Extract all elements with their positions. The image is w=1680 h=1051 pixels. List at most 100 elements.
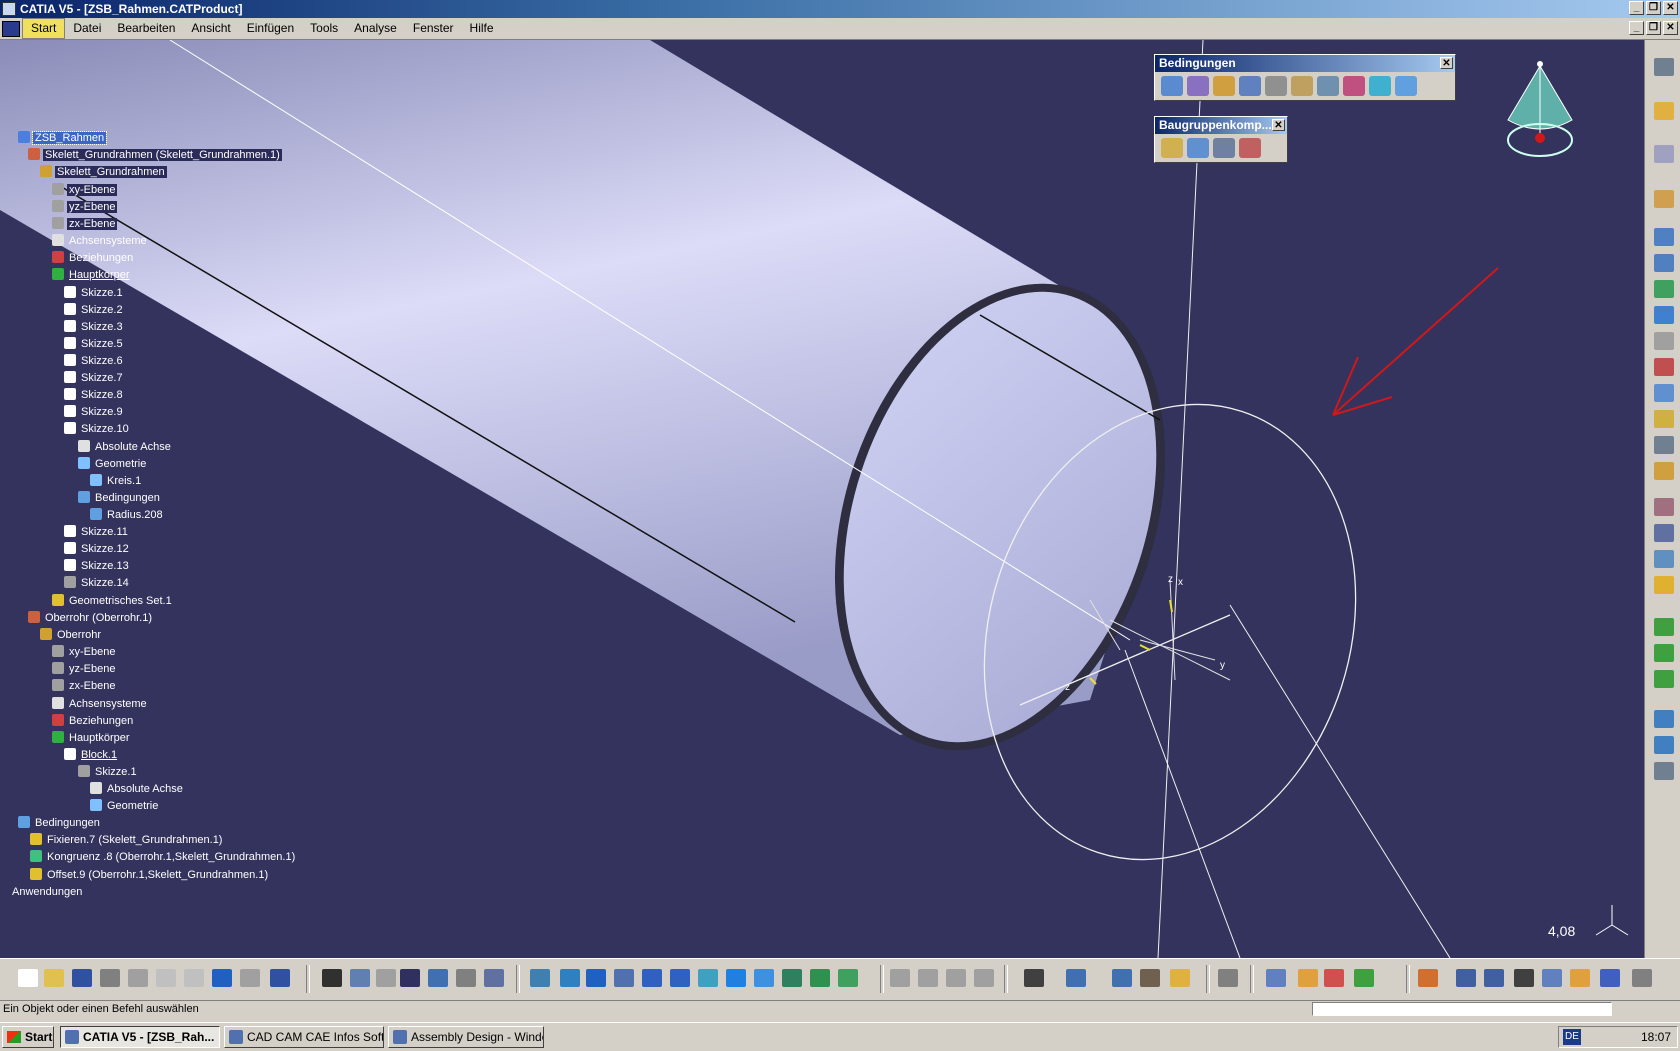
normal-view-icon[interactable]: [698, 969, 718, 987]
tree-node[interactable]: yz-Ebene: [52, 661, 117, 677]
workbench-tool-icon[interactable]: [1654, 550, 1674, 568]
fly-icon[interactable]: [530, 969, 550, 987]
workbench-tool-icon[interactable]: [1654, 358, 1674, 376]
workbench-tool-icon[interactable]: [1654, 332, 1674, 350]
constraint-tool-icon[interactable]: [1265, 76, 1287, 96]
workbench-tool-icon[interactable]: [1654, 618, 1674, 636]
taskbar-item-catia[interactable]: CATIA V5 - [ZSB_Rah...: [60, 1026, 220, 1048]
constraint-tool-icon[interactable]: [1239, 76, 1261, 96]
tree-node[interactable]: Beziehungen: [52, 713, 135, 729]
workbench-tool-icon[interactable]: [1654, 190, 1674, 208]
language-indicator[interactable]: DE: [1563, 1029, 1581, 1045]
workbench-tool-icon[interactable]: [1654, 736, 1674, 754]
tree-node[interactable]: xy-Ebene: [52, 182, 118, 198]
tree-node[interactable]: Geometrisches Set.1: [52, 593, 174, 609]
tree-node[interactable]: Kongruenz .8 (Oberrohr.1,Skelett_Grundra…: [30, 849, 297, 865]
constraint-tool-icon[interactable]: [1213, 76, 1235, 96]
workbench-tool-icon[interactable]: [1654, 228, 1674, 246]
tree-node[interactable]: Absolute Achse: [78, 439, 173, 455]
tree-node[interactable]: ZSB_Rahmen: [18, 130, 108, 146]
workbench-tool-icon[interactable]: [1654, 306, 1674, 324]
tree-node[interactable]: Skizze.2: [64, 302, 125, 318]
redo-icon[interactable]: [240, 969, 260, 987]
menu-item[interactable]: Fenster: [405, 18, 462, 39]
shading-icon[interactable]: [810, 969, 830, 987]
scene-icon[interactable]: [1140, 969, 1160, 987]
workbench-tool-icon[interactable]: [1654, 644, 1674, 662]
tree-node[interactable]: Anwendungen: [10, 884, 84, 900]
refresh-icon[interactable]: [1170, 969, 1190, 987]
tree-node[interactable]: Skizze.13: [64, 558, 131, 574]
constraint-tool-icon[interactable]: [1187, 76, 1209, 96]
table-icon[interactable]: [400, 969, 420, 987]
tree-node[interactable]: Kreis.1: [90, 473, 143, 489]
tree-node[interactable]: Bedingungen: [18, 815, 102, 831]
workbench-tool-icon[interactable]: [1654, 498, 1674, 516]
cube-icon[interactable]: [1514, 969, 1534, 987]
tree-node[interactable]: Skizze.11: [64, 524, 130, 540]
copy-icon[interactable]: [156, 969, 176, 987]
tree-node[interactable]: Skizze.1: [64, 285, 125, 301]
rotate-icon[interactable]: [614, 969, 634, 987]
measure-icon[interactable]: [376, 969, 396, 987]
pan-icon[interactable]: [586, 969, 606, 987]
axis-icon[interactable]: [1418, 969, 1438, 987]
constraint-tool-icon[interactable]: [1369, 76, 1391, 96]
tree-node[interactable]: Skizze.6: [64, 353, 125, 369]
clash-icon[interactable]: [1024, 969, 1044, 987]
assembly-tool-icon[interactable]: [1239, 138, 1261, 158]
cut-view-icon[interactable]: [918, 969, 938, 987]
section-icon[interactable]: [1112, 969, 1132, 987]
render-icon[interactable]: [782, 969, 802, 987]
swap-icon[interactable]: [890, 969, 910, 987]
tree-node[interactable]: xy-Ebene: [52, 644, 117, 660]
menu-item[interactable]: Datei: [65, 18, 109, 39]
material-icon[interactable]: [1542, 969, 1562, 987]
tree-node[interactable]: yz-Ebene: [52, 199, 118, 215]
zoom-out-icon[interactable]: [670, 969, 690, 987]
workbench-tool-icon[interactable]: [1654, 462, 1674, 480]
extra2-icon[interactable]: [1632, 969, 1652, 987]
grid-icon[interactable]: [1354, 969, 1374, 987]
tree-node[interactable]: Skizze.12: [64, 541, 131, 557]
annotation-icon[interactable]: [1484, 969, 1504, 987]
zoom-in-icon[interactable]: [642, 969, 662, 987]
tree-node[interactable]: Bedingungen: [78, 490, 162, 506]
tree-node[interactable]: Geometrie: [78, 456, 148, 472]
close-icon[interactable]: ✕: [1663, 1, 1678, 15]
close-icon[interactable]: ✕: [1272, 119, 1285, 131]
catalog-icon[interactable]: [484, 969, 504, 987]
tree-node[interactable]: Achsensysteme: [52, 696, 149, 712]
assembly-tool-icon[interactable]: [1213, 138, 1235, 158]
tree-node[interactable]: Skelett_Grundrahmen: [40, 164, 167, 180]
iso-view-icon[interactable]: [754, 969, 774, 987]
tree-node[interactable]: zx-Ebene: [52, 678, 117, 694]
comment-icon[interactable]: [350, 969, 370, 987]
workbench-tool-icon[interactable]: [1654, 145, 1674, 163]
doc-close-icon[interactable]: ✕: [1663, 21, 1678, 35]
catia-logo-icon[interactable]: [1570, 969, 1590, 987]
extra-icon[interactable]: [1600, 969, 1620, 987]
menu-item[interactable]: Tools: [302, 18, 346, 39]
new-icon[interactable]: [18, 969, 38, 987]
tree-node[interactable]: Hauptkörper: [52, 267, 132, 283]
tree-node[interactable]: Skizze.14: [64, 575, 131, 591]
hide-show-icon[interactable]: [838, 969, 858, 987]
tree-node[interactable]: Beziehungen: [52, 250, 135, 266]
assembly-tool-icon[interactable]: [1161, 138, 1183, 158]
tree-node[interactable]: Absolute Achse: [90, 781, 185, 797]
undo-icon[interactable]: [212, 969, 232, 987]
help-icon[interactable]: [270, 969, 290, 987]
knowledge-icon[interactable]: [1266, 969, 1286, 987]
open-icon[interactable]: [44, 969, 64, 987]
view-mode-icon[interactable]: [726, 969, 746, 987]
menu-item[interactable]: Hilfe: [462, 18, 502, 39]
save-icon[interactable]: [72, 969, 92, 987]
camera-icon[interactable]: [974, 969, 994, 987]
tree-node[interactable]: Skizze.8: [64, 387, 125, 403]
doc-minimize-icon[interactable]: _: [1629, 21, 1644, 35]
menu-item[interactable]: Analyse: [346, 18, 405, 39]
tree-node[interactable]: Skizze.10: [64, 421, 131, 437]
taskbar-item-assembly[interactable]: Assembly Design - Windo...: [388, 1026, 544, 1048]
tree-node[interactable]: zx-Ebene: [52, 216, 118, 232]
